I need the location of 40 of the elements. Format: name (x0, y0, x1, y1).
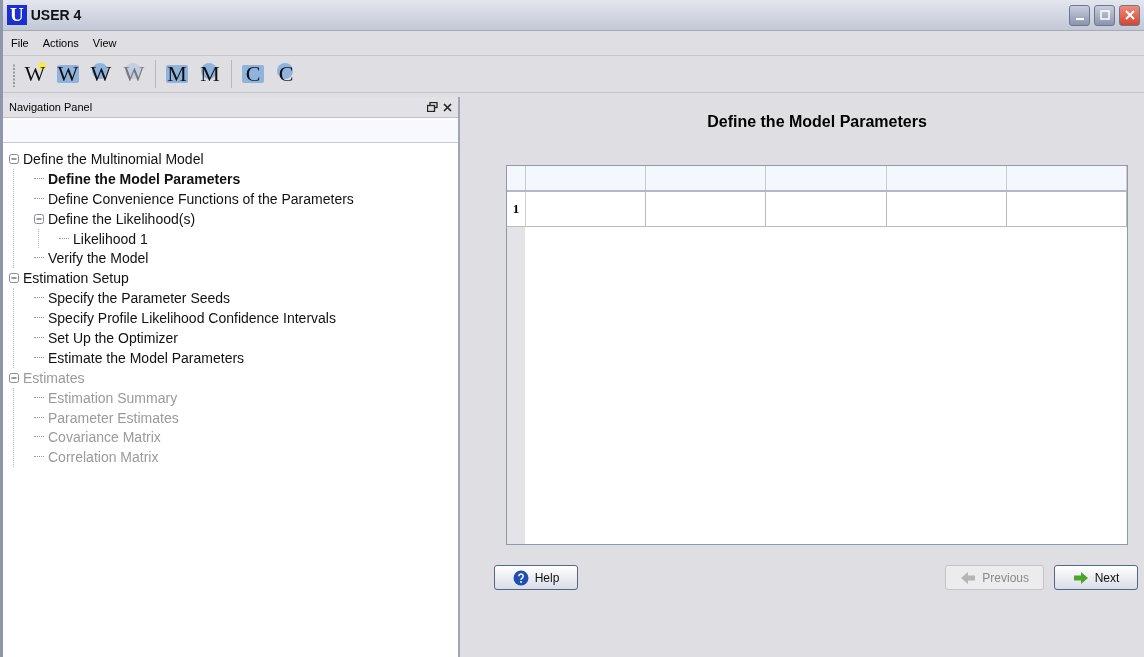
close-icon (1124, 10, 1135, 20)
close-icon[interactable] (443, 102, 452, 112)
restore-icon[interactable] (427, 102, 438, 112)
menu-item[interactable]: File (11, 37, 29, 49)
tree-item[interactable]: Specify Profile Likelihood Confidence Intervals (48, 310, 336, 327)
save-file-button[interactable]: W (87, 60, 115, 88)
maximize-button[interactable] (1094, 4, 1115, 26)
page-heading: Define the Model Parameters (706, 113, 928, 132)
tree-item[interactable]: Define the Likelihood(s) (48, 210, 196, 227)
menu-item[interactable]: Actions (42, 37, 79, 49)
new-file-button[interactable]: W (21, 60, 49, 88)
help-icon (512, 569, 529, 586)
tree-item[interactable]: Verify the Model (48, 250, 149, 267)
close-button[interactable] (1119, 4, 1140, 26)
tree-item[interactable]: Specify the Parameter Seeds (48, 290, 231, 307)
minimize-button[interactable] (1069, 4, 1090, 26)
maximize-icon (1099, 10, 1110, 20)
save-file-button[interactable]: C (272, 60, 300, 88)
window-title: USER 4 (30, 7, 82, 23)
next-button[interactable]: Next (1054, 565, 1138, 590)
tree-item[interactable]: Define Convenience Functions of the Parameters (48, 190, 354, 207)
panel-title: Navigation Panel (9, 101, 93, 113)
tree-item[interactable]: Estimation Setup (23, 270, 129, 287)
app-logo: U (7, 5, 27, 25)
row-header: 1 (507, 192, 526, 226)
minimize-icon (1075, 18, 1084, 20)
left-arrow-icon (960, 570, 977, 585)
save-file-button[interactable]: M (196, 60, 224, 88)
tree-item[interactable]: Likelihood 1 (73, 230, 148, 247)
tree-item[interactable]: Define the Model Parameters (48, 170, 241, 187)
menu-item[interactable]: View (92, 37, 117, 49)
right-arrow-icon (1072, 570, 1089, 585)
tree-item[interactable]: Define the Multinomial Model (23, 150, 204, 167)
tree-item[interactable]: Estimate the Model Parameters (48, 349, 245, 366)
collapse-icon[interactable] (34, 213, 44, 224)
tree-item[interactable]: Set Up the Optimizer (48, 329, 178, 346)
collapse-icon[interactable] (9, 153, 19, 164)
collapse-icon[interactable] (9, 273, 19, 284)
filter-field[interactable] (3, 120, 458, 143)
help-button[interactable]: Help (494, 565, 578, 590)
